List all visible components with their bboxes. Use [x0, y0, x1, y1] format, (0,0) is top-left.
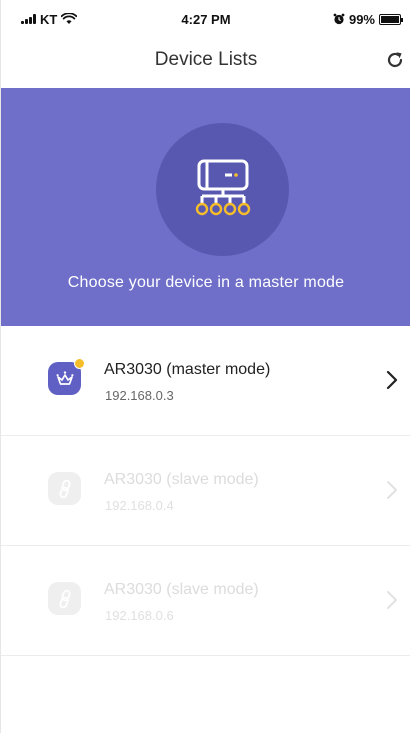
chevron-right-icon	[386, 370, 398, 390]
status-left: KT	[21, 11, 78, 27]
battery-percent: 99%	[348, 11, 375, 27]
device-icon-slave	[48, 472, 81, 505]
master-mode-banner: Choose your device in a master mode	[1, 88, 410, 326]
status-right: 99%	[333, 11, 403, 27]
device-row-slave-1[interactable]: AR3030 (slave mode) 192.168.0.4	[1, 436, 410, 546]
page-title: Device Lists	[154, 49, 258, 70]
battery-icon	[379, 13, 403, 25]
battery-fill	[381, 15, 399, 23]
link-icon	[58, 589, 71, 608]
alarm-icon	[333, 13, 345, 25]
device-ip: 192.168.0.6	[105, 608, 174, 623]
status-bar: KT 4:27 PM 99%	[1, 0, 410, 38]
device-icon-master	[48, 358, 85, 395]
device-name: AR3030 (slave mode)	[104, 581, 259, 598]
wifi-icon	[61, 13, 78, 24]
link-icon	[58, 479, 71, 498]
header: Device Lists	[1, 38, 410, 82]
device-ip: 192.168.0.4	[105, 498, 174, 513]
master-badge-dot	[74, 358, 85, 369]
network-hub-icon	[195, 159, 250, 215]
banner-circle	[156, 123, 289, 256]
device-name: AR3030 (slave mode)	[104, 471, 259, 488]
device-icon-slave	[48, 582, 81, 615]
chevron-right-icon	[387, 591, 397, 609]
device-ip: 192.168.0.3	[105, 388, 174, 403]
refresh-button[interactable]	[383, 48, 407, 72]
device-name: AR3030 (master mode)	[104, 361, 271, 378]
crown-icon	[56, 370, 73, 385]
signal-icon	[21, 14, 36, 24]
device-row-slave-2[interactable]: AR3030 (slave mode) 192.168.0.6	[1, 546, 410, 656]
device-lists-screen: KT 4:27 PM 99% Device Lists Choose your …	[0, 0, 410, 733]
banner-text: Choose your device in a master mode	[67, 274, 345, 291]
chevron-right-icon	[387, 481, 397, 499]
device-row-master[interactable]: AR3030 (master mode) 192.168.0.3	[1, 326, 410, 436]
carrier-label: KT	[40, 11, 58, 27]
device-list: AR3030 (master mode) 192.168.0.3 AR3030 …	[1, 326, 410, 656]
refresh-icon	[387, 52, 403, 68]
